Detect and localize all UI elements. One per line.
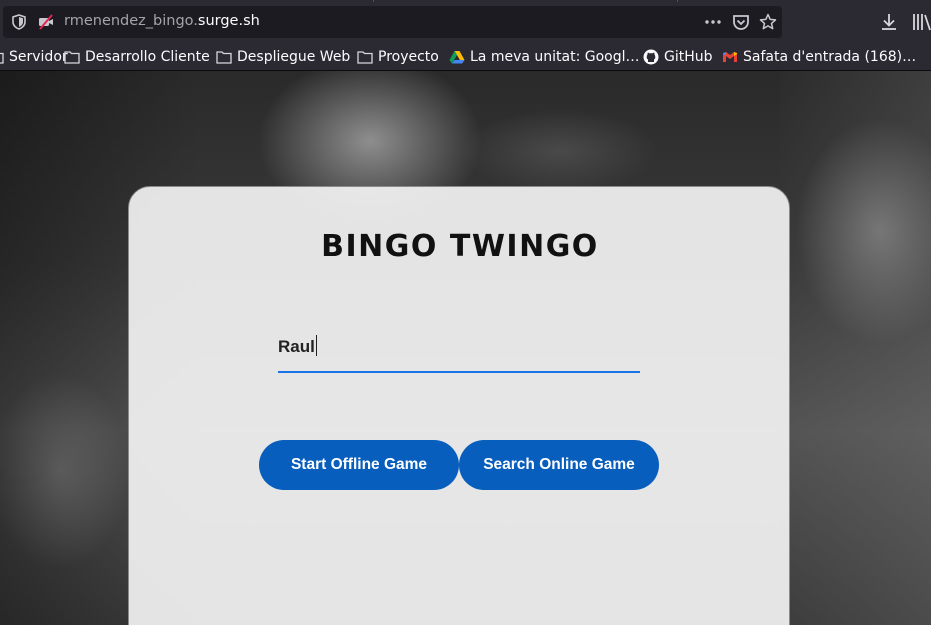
search-online-game-button[interactable]: Search Online Game bbox=[459, 440, 659, 490]
camera-blocked-icon[interactable] bbox=[38, 14, 54, 34]
pocket-icon[interactable] bbox=[732, 14, 750, 35]
folder-icon bbox=[216, 51, 232, 64]
shield-icon[interactable] bbox=[12, 14, 26, 34]
bookmark-label: GitHub bbox=[664, 49, 713, 65]
page-viewport: BINGO TWINGO Start Offline Game Search O… bbox=[0, 71, 931, 625]
bookmark-github[interactable]: GitHub bbox=[643, 47, 713, 67]
start-offline-game-button[interactable]: Start Offline Game bbox=[259, 440, 459, 490]
github-icon bbox=[643, 49, 659, 65]
bookmark-star-icon[interactable] bbox=[759, 13, 777, 35]
bookmark-despliegue-web[interactable]: Despliegue Web bbox=[216, 47, 350, 67]
bookmark-desarrollo-cliente[interactable]: Desarrollo Cliente bbox=[64, 47, 210, 67]
bookmark-label: Safata d'entrada (168)… bbox=[743, 49, 917, 65]
bookmark-proyecto[interactable]: Proyecto bbox=[357, 47, 439, 67]
bookmark-label: Despliegue Web bbox=[237, 49, 351, 65]
tab-divider bbox=[677, 0, 678, 2]
bookmark-google-drive[interactable]: La meva unitat: Googl… bbox=[449, 47, 640, 67]
login-card: BINGO TWINGO Start Offline Game Search O… bbox=[128, 186, 790, 625]
page-title: BINGO TWINGO bbox=[321, 229, 599, 264]
bookmark-label: Proyecto bbox=[378, 49, 439, 65]
downloads-icon[interactable] bbox=[880, 13, 898, 35]
folder-icon bbox=[357, 51, 373, 64]
address-bar[interactable]: rmenendez_bingo.surge.sh bbox=[3, 6, 782, 38]
gmail-icon bbox=[723, 52, 737, 62]
bookmark-servidor[interactable]: Servidor bbox=[0, 47, 68, 67]
url-host: surge.sh bbox=[197, 13, 260, 29]
google-drive-icon bbox=[449, 51, 465, 64]
folder-icon bbox=[64, 51, 80, 64]
tab-divider bbox=[373, 0, 374, 2]
url-path: rmenendez_bingo. bbox=[64, 13, 198, 29]
browser-toolbar: rmenendez_bingo.surge.sh bbox=[0, 0, 931, 42]
url-text[interactable]: rmenendez_bingo.surge.sh bbox=[64, 13, 260, 29]
background-photo-right bbox=[780, 71, 931, 625]
bookmark-label: Servidor bbox=[9, 49, 68, 65]
folder-icon bbox=[0, 52, 4, 64]
text-cursor bbox=[316, 335, 317, 356]
library-icon[interactable] bbox=[912, 13, 931, 35]
player-name-input[interactable] bbox=[278, 323, 640, 373]
page-actions-icon[interactable] bbox=[704, 14, 722, 34]
bookmark-label: Desarrollo Cliente bbox=[85, 49, 210, 65]
bookmarks-bar: Servidor Desarrollo Cliente Despliegue W… bbox=[0, 42, 931, 71]
bookmark-gmail[interactable]: Safata d'entrada (168)… bbox=[722, 47, 916, 67]
bookmark-label: La meva unitat: Googl… bbox=[470, 49, 640, 65]
